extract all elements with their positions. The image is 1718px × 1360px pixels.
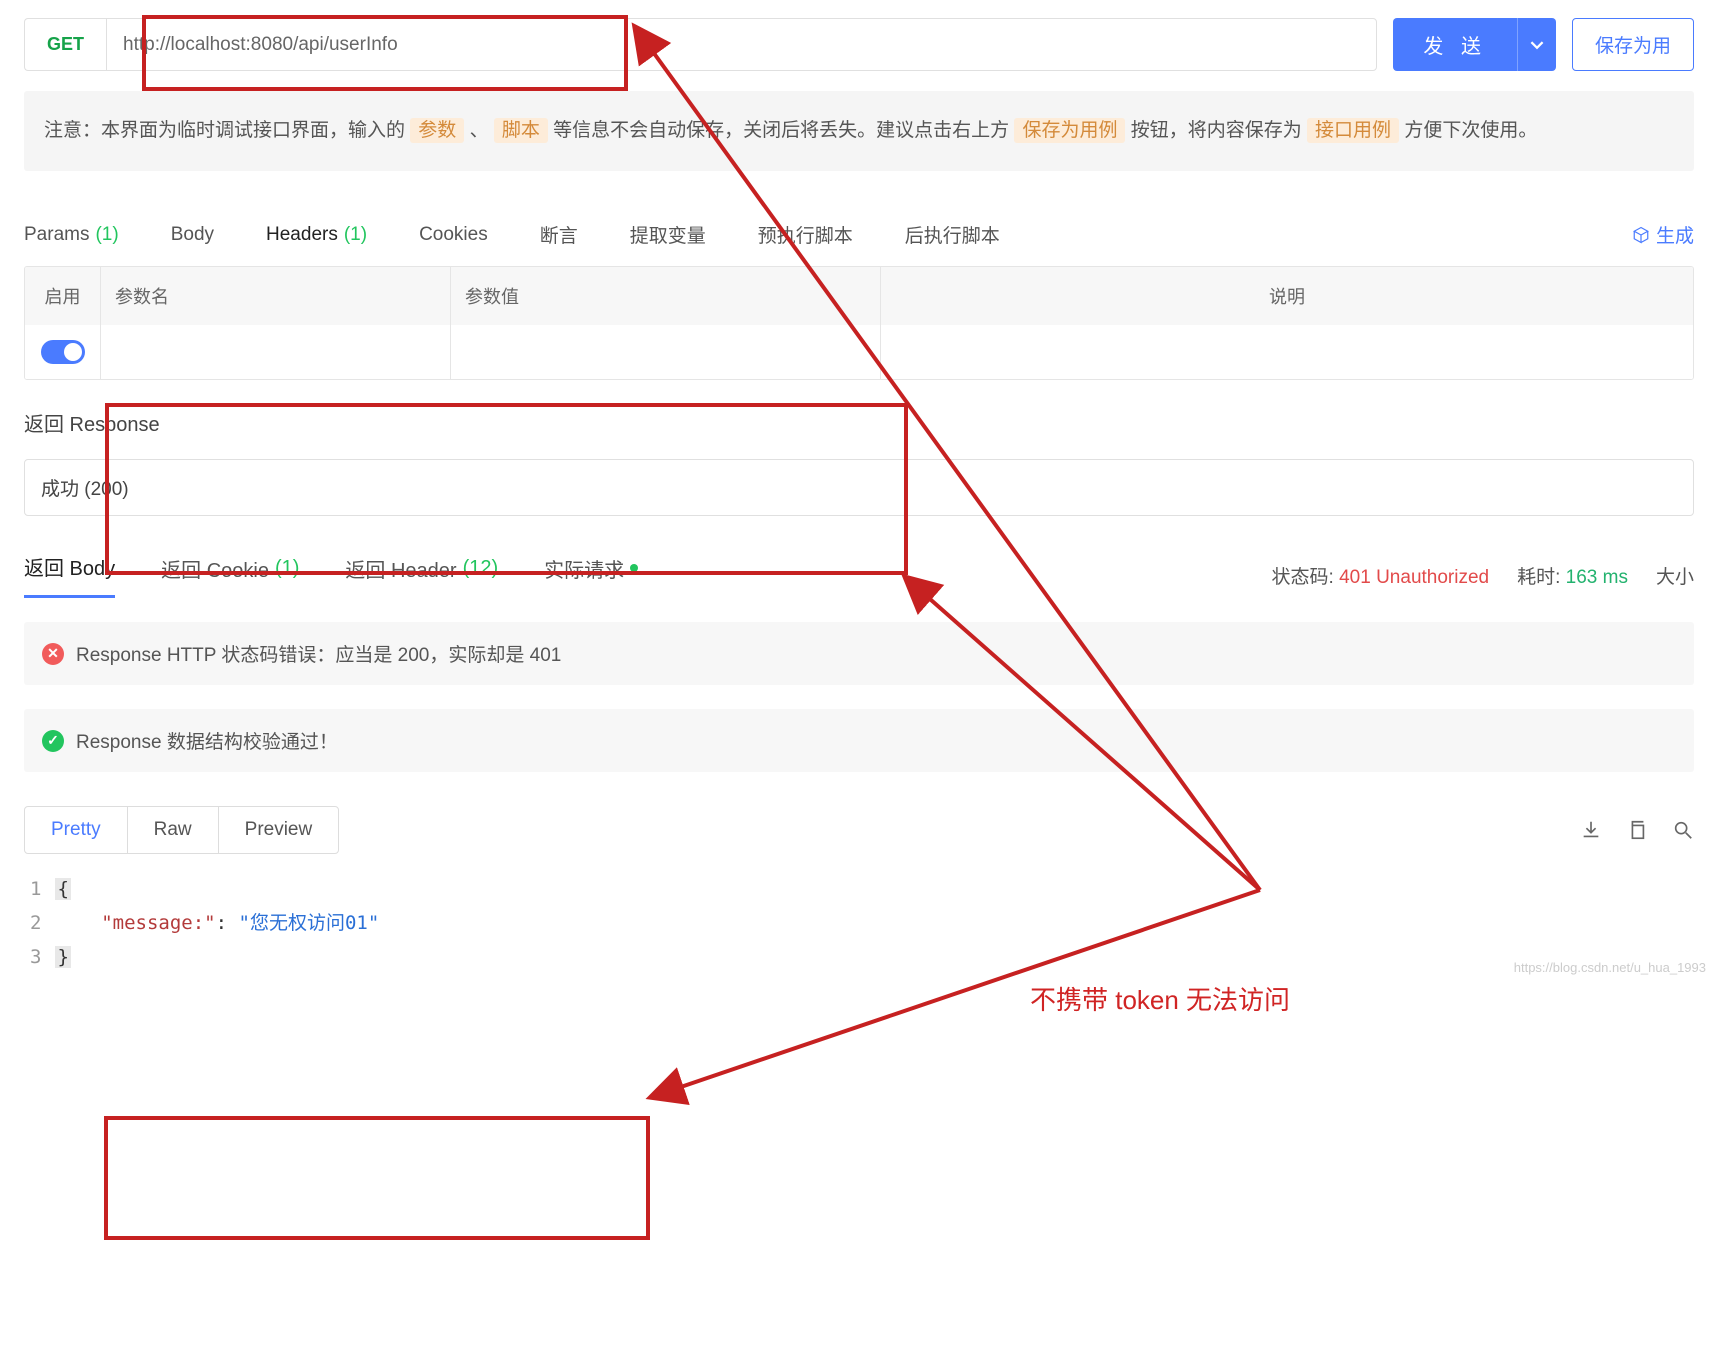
tab-extract[interactable]: 提取变量 [630,221,706,248]
header-value-input[interactable] [451,325,881,379]
search-icon[interactable] [1672,819,1694,841]
send-button[interactable]: 发 送 [1393,18,1517,71]
header-desc-input[interactable] [881,325,1693,379]
tab-params[interactable]: Params (1) [24,224,119,246]
cube-icon [1632,226,1650,244]
status-label: 状态码: 401 Unauthorized [1272,562,1490,589]
pill-script: 脚本 [494,118,548,143]
pill-save: 保存为用例 [1014,118,1125,143]
fmt-preview[interactable]: Preview [219,807,339,853]
url-input[interactable] [106,18,1377,71]
time-label: 耗时: 163 ms [1517,562,1628,589]
notice-text: 注意：本界面为临时调试接口界面，输入的 [44,120,410,141]
generate-link[interactable]: 生成 [1632,221,1694,248]
send-dropdown[interactable] [1517,18,1556,71]
format-tabs: Pretty Raw Preview [24,806,339,854]
check-icon: ✓ [42,730,64,752]
tab-body[interactable]: Body [171,224,214,246]
fmt-raw[interactable]: Raw [128,807,219,853]
annotation-text: 不携带 token 无法访问 [1030,980,1290,1017]
error-message: ✕ Response HTTP 状态码错误：应当是 200，实际却是 401 [24,622,1694,685]
response-title: 返回 Response [0,380,1718,449]
error-icon: ✕ [42,643,64,665]
response-tabs: 返回 Body 返回 Cookie (1) 返回 Header (12) 实际请… [0,516,1718,598]
tab-assert[interactable]: 断言 [540,221,578,248]
pill-params: 参数 [410,118,464,143]
table-row [25,325,1693,379]
request-tabs: Params (1) Body Headers (1) Cookies 断言 提… [0,221,1718,248]
notice-banner: 注意：本界面为临时调试接口界面，输入的 参数 、 脚本 等信息不会自动保存，关闭… [24,91,1694,171]
ok-message: ✓ Response 数据结构校验通过！ [24,709,1694,772]
save-as-button[interactable]: 保存为用 [1572,18,1694,71]
col-name: 参数名 [101,267,451,325]
headers-table: 启用 参数名 参数值 说明 [24,266,1694,380]
tab-cookies[interactable]: Cookies [419,224,488,246]
download-icon[interactable] [1580,819,1602,841]
col-enable: 启用 [25,267,101,325]
resp-tab-body[interactable]: 返回 Body [24,552,115,598]
resp-tab-header[interactable]: 返回 Header (12) [345,554,498,597]
fmt-pretty[interactable]: Pretty [25,807,128,853]
response-body: 123 { "message:": "您无权访问01" } [24,866,1694,981]
response-select[interactable]: 成功 (200) [24,459,1694,516]
resp-tab-cookie[interactable]: 返回 Cookie (1) [161,554,299,597]
tab-postscript[interactable]: 后执行脚本 [905,221,1000,248]
enable-toggle[interactable] [41,340,85,364]
header-name-input[interactable] [101,325,451,379]
resp-tab-actual[interactable]: 实际请求 [544,554,638,597]
copy-icon[interactable] [1626,819,1648,841]
annotation-box-body [104,1116,650,1240]
pill-case: 接口用例 [1307,118,1399,143]
col-desc: 说明 [881,267,1693,325]
watermark: https://blog.csdn.net/u_hua_1993 [1514,960,1706,975]
tab-prescript[interactable]: 预执行脚本 [758,221,853,248]
http-method[interactable]: GET [24,18,106,71]
tab-headers[interactable]: Headers (1) [266,224,367,246]
size-label: 大小 [1656,562,1694,589]
col-value: 参数值 [451,267,881,325]
chevron-down-icon [1530,38,1544,52]
dot-icon [630,564,638,572]
